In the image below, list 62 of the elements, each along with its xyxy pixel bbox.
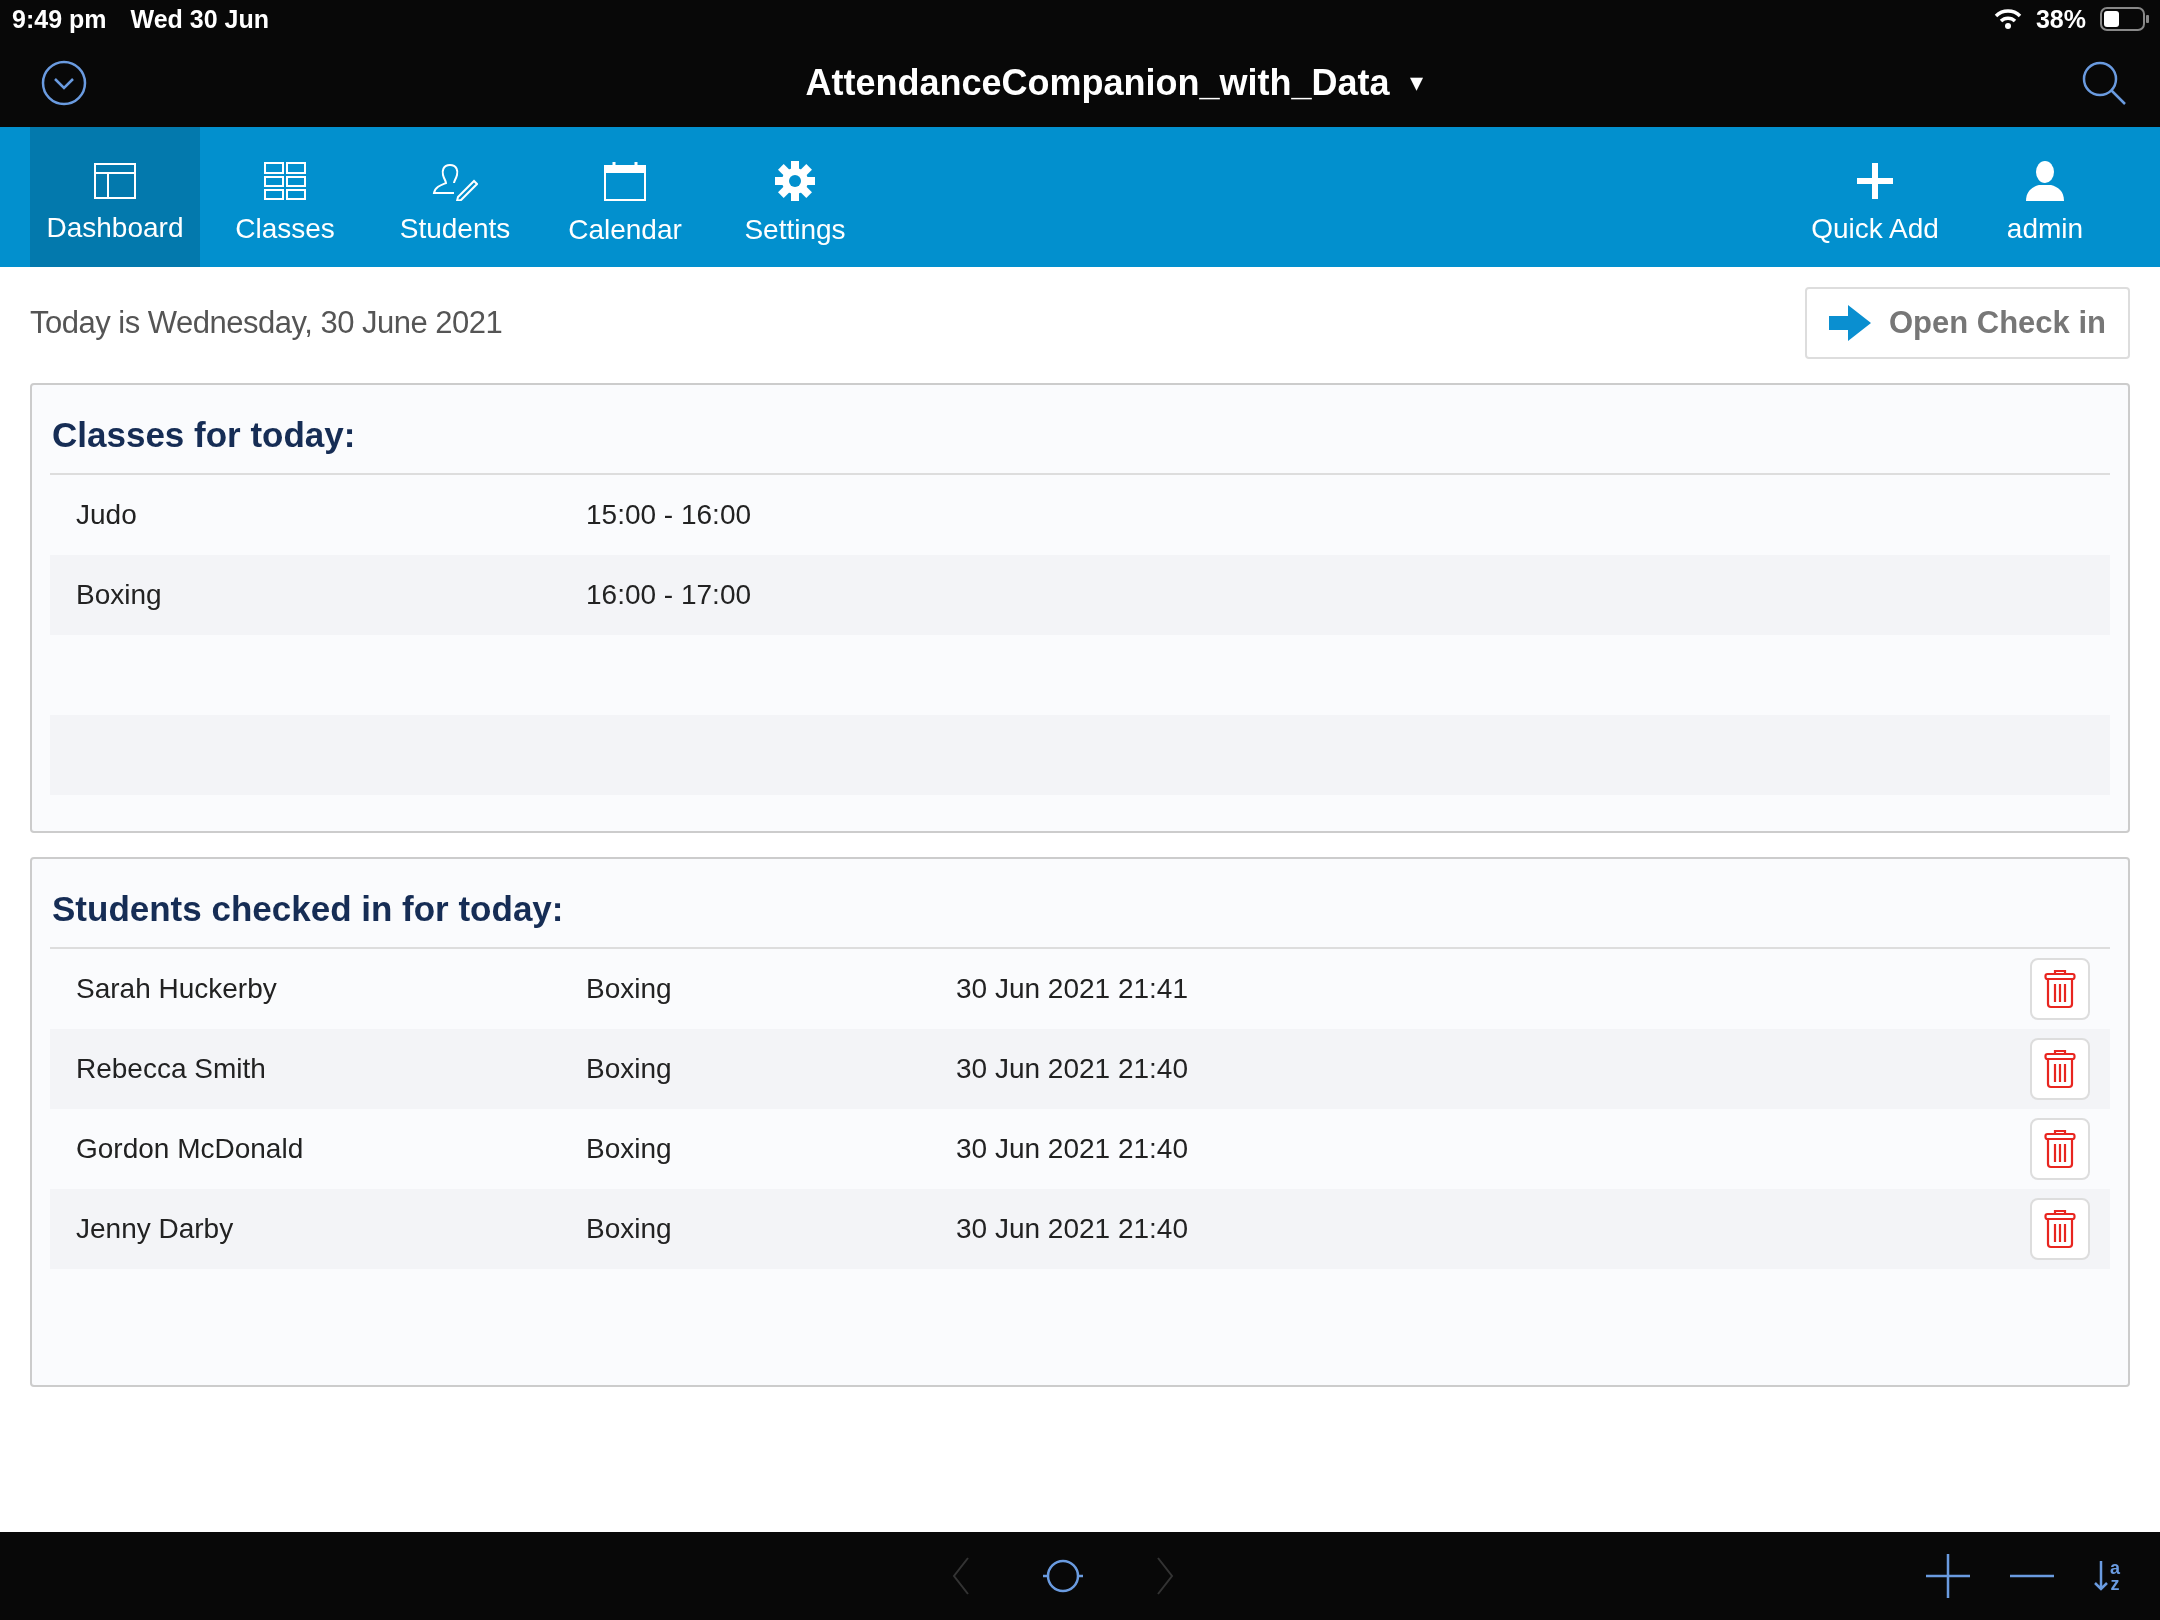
layout-icon xyxy=(93,162,137,200)
plus-icon xyxy=(1855,161,1895,201)
student-name: Gordon McDonald xyxy=(76,1133,305,1165)
student-class: Boxing xyxy=(586,1213,673,1245)
class-time: 16:00 - 17:00 xyxy=(586,579,753,611)
class-name: Boxing xyxy=(76,579,163,611)
check-in-time: 30 Jun 2021 21:40 xyxy=(956,1053,1189,1085)
user-edit-icon xyxy=(432,161,478,201)
chevron-right-icon xyxy=(1155,1556,1175,1596)
plus-icon xyxy=(1926,1554,1970,1598)
status-date: Wed 30 Jun xyxy=(130,4,269,34)
add-button[interactable] xyxy=(1926,1554,1970,1598)
user-button[interactable]: admin xyxy=(1960,127,2130,267)
card-title: Classes for today: xyxy=(50,395,2110,475)
grid-icon xyxy=(263,161,307,201)
battery-percent: 38% xyxy=(2035,4,2086,34)
chevron-circle-icon xyxy=(40,58,88,107)
check-in-time: 30 Jun 2021 21:40 xyxy=(956,1133,1189,1165)
battery-icon xyxy=(2100,7,2150,31)
class-time: 15:00 - 16:00 xyxy=(586,499,753,531)
check-in-time: 30 Jun 2021 21:41 xyxy=(956,973,1189,1005)
nav-tab[interactable]: Settings xyxy=(710,127,880,267)
wifi-icon xyxy=(1993,8,2022,30)
trash-icon xyxy=(2044,1209,2076,1249)
trash-icon xyxy=(2044,1049,2076,1089)
collapse-button[interactable] xyxy=(40,58,88,107)
status-time: 9:49 pm xyxy=(12,4,107,34)
student-class: Boxing xyxy=(586,973,673,1005)
home-button[interactable] xyxy=(1041,1558,1085,1594)
student-name: Sarah Huckerby xyxy=(76,973,278,1005)
today-text: Today is Wednesday, 30 June 2021 xyxy=(30,305,503,341)
card-title: Students checked in for today: xyxy=(50,869,2110,949)
circle-icon xyxy=(1041,1558,1085,1594)
minus-icon xyxy=(2010,1574,2054,1578)
delete-button[interactable] xyxy=(2030,1118,2090,1180)
chevron-left-icon xyxy=(951,1556,971,1596)
gear-icon xyxy=(774,160,816,202)
quick-add-button[interactable]: Quick Add xyxy=(1790,127,1960,267)
student-class: Boxing xyxy=(586,1053,673,1085)
student-name: Rebecca Smith xyxy=(76,1053,267,1085)
down-arrow-icon xyxy=(2094,1561,2108,1591)
arrow-right-icon xyxy=(1828,305,1871,341)
trash-icon xyxy=(2044,969,2076,1009)
delete-button[interactable] xyxy=(2030,1198,2090,1260)
nav-tab[interactable]: Calendar xyxy=(540,127,710,267)
delete-button[interactable] xyxy=(2030,1038,2090,1100)
open-check-in-button[interactable]: Open Check in xyxy=(1804,287,2130,359)
class-name: Judo xyxy=(76,499,138,531)
delete-button[interactable] xyxy=(2030,958,2090,1020)
calendar-icon xyxy=(603,160,647,202)
remove-button[interactable] xyxy=(2010,1574,2054,1578)
app-title[interactable]: AttendanceCompanion_with_Data xyxy=(805,61,1390,104)
sort-button[interactable]: a z xyxy=(2094,1559,2120,1593)
student-name: Jenny Darby xyxy=(76,1213,235,1245)
nav-tab[interactable]: Students xyxy=(370,127,540,267)
dropdown-caret[interactable]: ▾ xyxy=(1409,67,1423,98)
nav-tab[interactable]: Classes xyxy=(200,127,370,267)
student-class: Boxing xyxy=(586,1133,673,1165)
trash-icon xyxy=(2044,1129,2076,1169)
nav-tab[interactable]: Dashboard xyxy=(30,127,200,267)
user-icon xyxy=(2024,161,2066,201)
check-in-time: 30 Jun 2021 21:40 xyxy=(956,1213,1189,1245)
